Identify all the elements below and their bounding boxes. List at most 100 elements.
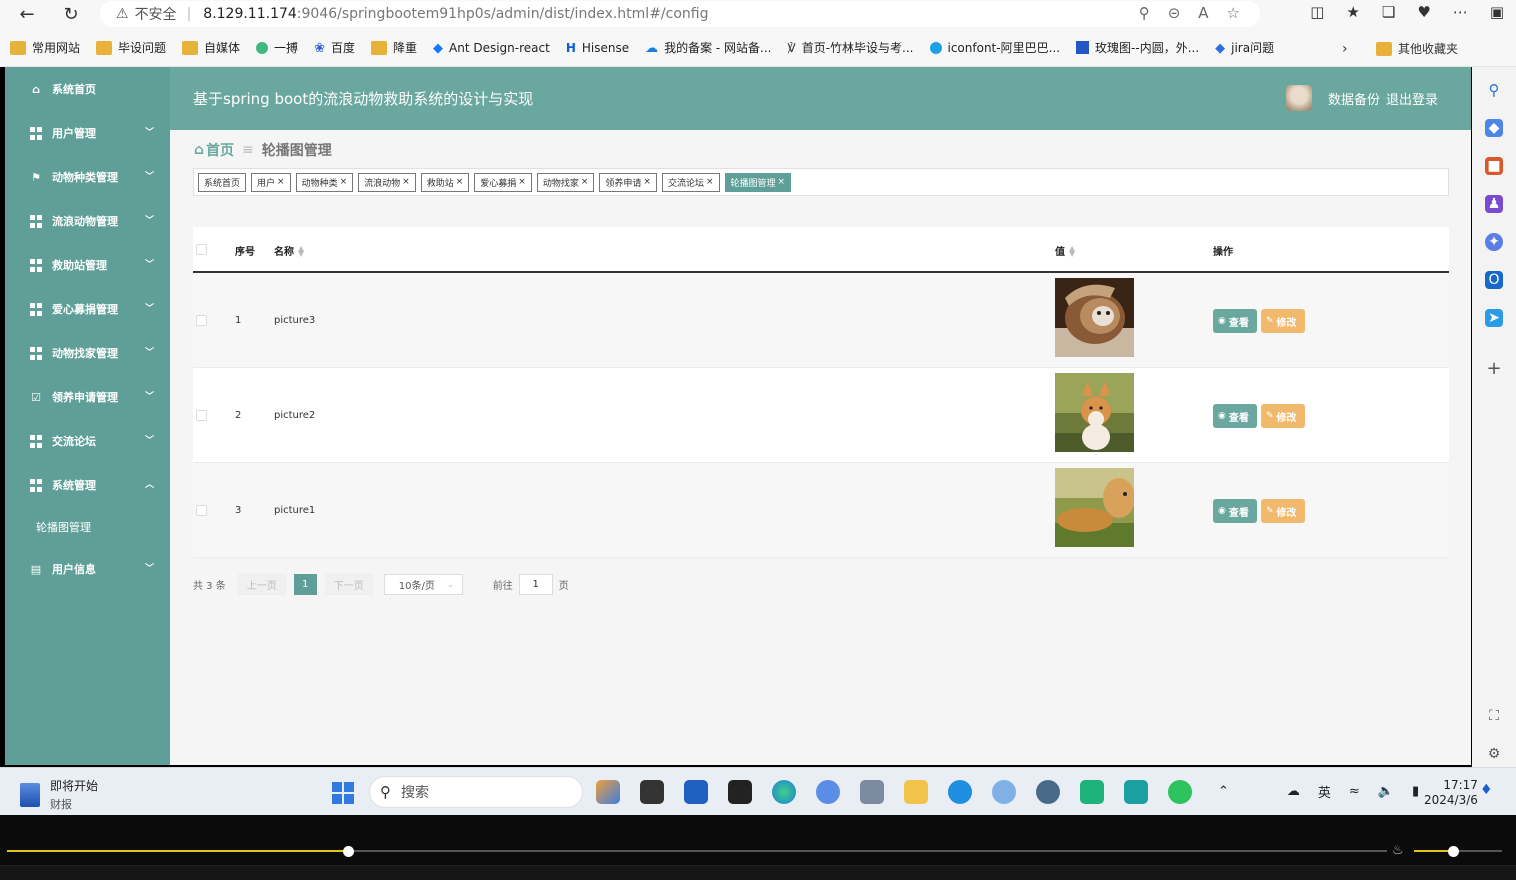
- bookmark-item[interactable]: H Hisense: [566, 41, 629, 55]
- seek-bar[interactable]: [7, 850, 1387, 852]
- user-app-icon[interactable]: [860, 780, 884, 804]
- bookmark-item[interactable]: 毕设问题: [96, 39, 166, 56]
- close-icon[interactable]: ×: [706, 177, 714, 187]
- close-icon[interactable]: ×: [643, 177, 651, 187]
- bookmark-item[interactable]: 常用网站: [10, 39, 80, 56]
- split-screen-icon[interactable]: ◫: [1310, 3, 1324, 21]
- browser-icon[interactable]: [948, 780, 972, 804]
- clock[interactable]: 17:17 2024/3/6: [1424, 778, 1478, 808]
- search-icon[interactable]: ⚲: [1485, 81, 1503, 99]
- bookmark-item[interactable]: 一搏: [256, 39, 298, 56]
- store-icon[interactable]: [684, 780, 708, 804]
- close-icon[interactable]: ×: [340, 177, 348, 187]
- sidebar-item-forum[interactable]: 交流论坛 ﹀: [5, 419, 170, 463]
- edit-button[interactable]: ✎ 修改: [1261, 404, 1305, 428]
- read-aloud-icon[interactable]: A: [1198, 4, 1208, 22]
- tag-find-home[interactable]: 动物找家 ×: [536, 172, 595, 192]
- close-icon[interactable]: ×: [277, 177, 285, 187]
- bookmark-item[interactable]: 自媒体: [182, 39, 240, 56]
- data-backup-link[interactable]: 数据备份: [1328, 89, 1380, 108]
- url-text[interactable]: 8.129.11.174:9046/springbootem91hp0s/adm…: [203, 6, 708, 22]
- tag-icon[interactable]: ◆: [1485, 119, 1503, 137]
- edit-button[interactable]: ✎ 修改: [1261, 499, 1305, 523]
- health-icon[interactable]: ♥: [1417, 3, 1430, 21]
- tag-adoption[interactable]: 领养申请 ×: [599, 172, 657, 192]
- bookmark-item[interactable]: ❀ 百度: [314, 39, 355, 56]
- app-icon[interactable]: [816, 780, 840, 804]
- key-icon[interactable]: ⚲: [1139, 4, 1150, 22]
- copilot-icon[interactable]: ✦: [1485, 233, 1503, 251]
- settings-icon[interactable]: ⚙: [1485, 745, 1503, 763]
- sidebar-item-system[interactable]: 系统管理 ︿: [5, 463, 170, 507]
- bookmark-item[interactable]: 玫瑰图--内圆，外...: [1076, 39, 1199, 56]
- tag-stray-animals[interactable]: 流浪动物 ×: [358, 172, 416, 192]
- bookmark-item[interactable]: ◆ jira问题: [1215, 39, 1274, 56]
- tag-donations[interactable]: 爱心募捐 ×: [474, 172, 532, 192]
- volume-icon[interactable]: ♨: [1392, 843, 1404, 858]
- select-all-checkbox[interactable]: [196, 244, 207, 255]
- prev-page-button[interactable]: 上一页: [237, 574, 286, 595]
- add-icon[interactable]: +: [1485, 358, 1503, 379]
- sidebar-item-adoption[interactable]: ☑ 领养申请管理 ﹀: [5, 375, 170, 419]
- send-icon[interactable]: ➤: [1485, 309, 1503, 327]
- breadcrumb-home[interactable]: ⌂ 首页: [194, 140, 234, 160]
- sidebar-item-rescue-stations[interactable]: 救助站管理 ﹀: [5, 243, 170, 287]
- other-bookmarks[interactable]: 其他收藏夹: [1376, 40, 1458, 57]
- close-icon[interactable]: ×: [456, 177, 464, 187]
- taskview-icon[interactable]: [640, 780, 664, 804]
- sort-icon[interactable]: ▲ ▼: [1069, 244, 1075, 257]
- tag-users[interactable]: 用户 ×: [251, 172, 291, 192]
- edit-button[interactable]: ✎ 修改: [1261, 309, 1305, 333]
- zoom-icon[interactable]: ⊝: [1168, 4, 1181, 22]
- sidebar-item-find-home[interactable]: 动物找家管理 ﹀: [5, 331, 170, 375]
- cloud-icon[interactable]: ☁: [1287, 784, 1300, 799]
- copilot-app-icon[interactable]: [596, 780, 620, 804]
- wechat-icon[interactable]: [1168, 780, 1192, 804]
- close-icon[interactable]: ×: [778, 177, 786, 187]
- tag-forum[interactable]: 交流论坛 ×: [661, 172, 720, 192]
- tag-carousel[interactable]: 轮播图管理 ×: [724, 172, 792, 192]
- screenshot-icon[interactable]: ⛶: [1485, 707, 1503, 725]
- favorites-icon[interactable]: ★: [1346, 3, 1359, 21]
- bookmark-item[interactable]: 降重: [370, 39, 417, 56]
- chevron-right-icon[interactable]: ›: [1342, 41, 1348, 57]
- column-name[interactable]: 名称 ▲ ▼: [274, 243, 304, 258]
- page-number-1[interactable]: 1: [293, 574, 317, 595]
- edge-icon[interactable]: [772, 780, 796, 804]
- wifi-icon[interactable]: ≈: [1349, 784, 1360, 799]
- sidebar-item-stray-animals[interactable]: 流浪动物管理 ﹀: [5, 199, 170, 243]
- row-checkbox[interactable]: [196, 410, 207, 421]
- tag-home[interactable]: 系统首页: [198, 172, 247, 192]
- back-icon[interactable]: ←: [12, 1, 42, 27]
- logout-link[interactable]: 退出登录: [1386, 89, 1438, 108]
- tag-animal-types[interactable]: 动物种类 ×: [295, 172, 354, 192]
- bookmark-item[interactable]: ℣ 首页-竹林毕设与考...: [788, 39, 914, 56]
- sort-icon[interactable]: ▲ ▼: [298, 244, 304, 257]
- chevron-up-icon[interactable]: ⌃: [1218, 784, 1229, 799]
- bookmark-item[interactable]: iconfont-阿里巴巴...: [929, 39, 1060, 56]
- volume-handle[interactable]: [1448, 846, 1459, 857]
- page-size-select[interactable]: 10条/页 ⌄: [383, 574, 463, 595]
- collections-icon[interactable]: ❏: [1382, 3, 1395, 21]
- view-button[interactable]: ◉ 查看: [1213, 499, 1257, 523]
- games-icon[interactable]: ♟: [1485, 195, 1503, 213]
- app-icon[interactable]: [1036, 780, 1060, 804]
- sidebar-item-animal-types[interactable]: ⚑ 动物种类管理 ﹀: [5, 155, 170, 199]
- favorite-star-icon[interactable]: ☆: [1227, 4, 1240, 22]
- volume-icon[interactable]: 🔈: [1378, 784, 1394, 799]
- refresh-icon[interactable]: ↻: [56, 1, 86, 27]
- close-icon[interactable]: ×: [581, 177, 589, 187]
- close-icon[interactable]: ×: [518, 177, 526, 187]
- sidebar-item-home[interactable]: ⌂ 系统首页: [5, 67, 170, 111]
- seek-handle[interactable]: [343, 846, 354, 857]
- view-button[interactable]: ◉ 查看: [1213, 404, 1257, 428]
- sidebar-item-donations[interactable]: 爱心募捐管理 ﹀: [5, 287, 170, 331]
- tag-rescue-station[interactable]: 救助站 ×: [420, 172, 470, 192]
- row-checkbox[interactable]: [196, 315, 207, 326]
- toolbox-icon[interactable]: ■: [1485, 157, 1503, 175]
- outlook-icon[interactable]: O: [1485, 271, 1503, 289]
- sidebar-item-users[interactable]: 用户管理 ﹀: [5, 111, 170, 155]
- app-icon[interactable]: [992, 780, 1016, 804]
- goto-page-input[interactable]: [518, 574, 553, 595]
- view-button[interactable]: ◉ 查看: [1213, 309, 1257, 333]
